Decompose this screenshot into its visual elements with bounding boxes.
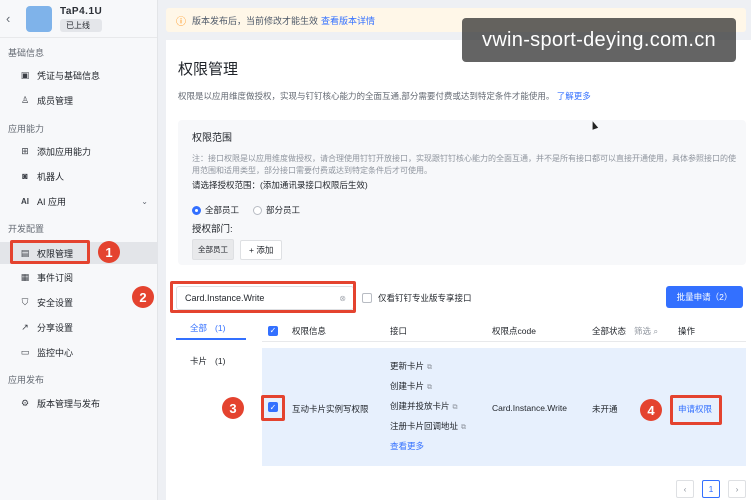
highlight-search [170, 281, 356, 313]
scope-title: 权限范围 [192, 133, 232, 144]
chevron-down-icon: ⌄ [141, 196, 148, 206]
section-release: 应用发布 [8, 375, 45, 385]
view-version-link[interactable]: 查看版本详情 [321, 14, 375, 27]
sidebar-item-events[interactable]: ▦ 事件订阅 [0, 266, 158, 288]
only-pro-checkbox[interactable]: 仅看钉钉专业版专享接口 [362, 292, 472, 304]
scope-note: 注：接口权限是以应用维度做授权，请合理使用钉钉开放接口，实现跟钉钉核心能力的全面… [192, 154, 736, 175]
batch-apply-button[interactable]: 批量申请（2） [666, 286, 743, 308]
section-basic: 基础信息 [8, 48, 45, 58]
app-header: ‹ TaP4.1U 已上线 [0, 0, 157, 38]
sidebar-item-add-ability[interactable]: ⊞ 添加应用能力 [0, 140, 158, 162]
back-arrow-icon[interactable]: ‹ [6, 11, 22, 26]
filter-all[interactable]: 全部 (1) [176, 318, 246, 340]
certificate-icon: ▣ [20, 69, 30, 80]
perm-code: Card.Instance.Write [492, 403, 567, 413]
sidebar-item-version[interactable]: ⚙ 版本管理与发布 [0, 392, 158, 414]
filter-card[interactable]: 卡片 (1) [176, 350, 261, 372]
user-icon: ♙ [20, 94, 30, 105]
copy-icon: ⧉ [452, 404, 458, 411]
pagination: ‹ 1 › [676, 480, 746, 498]
scope-panel: 权限范围 注：接口权限是以应用维度做授权，请合理使用钉钉开放接口，实现跟钉钉核心… [178, 120, 746, 265]
scope-question: 请选择授权范围：(添加通讯录接口权限后生效) [192, 180, 368, 190]
share-icon: ↗ [21, 321, 29, 332]
dept-label: 授权部门: [192, 224, 233, 235]
robot-icon: ◙ [22, 171, 28, 181]
shield-icon: ⛉ [21, 296, 29, 307]
event-icon: ▦ [20, 271, 30, 282]
search-icon: ⌕ [653, 325, 659, 336]
table-header: ✓ 权限信息 接口 权限点code 全部状态 筛选 ⌕ 操作 [262, 320, 746, 342]
annotation-4: 4 [640, 399, 662, 421]
highlight-row-checkbox [261, 395, 285, 421]
main-panel: 权限管理 权限是以应用维度做授权，实现与钉钉核心能力的全面互通,部分需要付费或达… [166, 40, 751, 500]
radio-partial-staff[interactable]: 部分员工 [253, 204, 300, 216]
api-item: 创建卡片 ⧉ [390, 381, 433, 391]
status-filter[interactable]: 筛选 ⌕ [634, 325, 658, 337]
sidebar-item-share[interactable]: ↗ 分享设置 [0, 316, 158, 338]
annotation-1: 1 [98, 241, 120, 263]
annotation-3: 3 [222, 397, 244, 419]
grid-icon: ⊞ [21, 145, 29, 156]
app-name: TaP4.1U [60, 5, 103, 17]
copy-icon: ⧉ [427, 364, 433, 371]
sidebar-item-robot[interactable]: ◙ 机器人 [0, 165, 158, 187]
annotation-2: 2 [132, 286, 154, 308]
warning-icon: ⓘ [176, 16, 186, 28]
page-1-button[interactable]: 1 [702, 480, 720, 498]
sidebar-item-monitor[interactable]: ▭ 监控中心 [0, 341, 158, 363]
page-description: 权限是以应用维度做授权，实现与钉钉核心能力的全面互通,部分需要付费或达到特定条件… [178, 91, 591, 101]
col-code: 权限点code [492, 325, 536, 336]
section-abilities: 应用能力 [8, 124, 45, 134]
version-icon: ⚙ [20, 397, 30, 408]
highlight-permissions [10, 240, 90, 264]
radio-all-staff[interactable]: 全部员工 [192, 204, 239, 216]
copy-icon: ⧉ [461, 424, 467, 431]
perm-status: 未开通 [592, 404, 618, 414]
category-filters: 全部 (1) 卡片 (1) [176, 318, 261, 372]
radio-selected-icon [192, 205, 201, 215]
col-api: 接口 [390, 325, 408, 336]
monitor-icon: ▭ [20, 346, 30, 357]
view-more-link[interactable]: 查看更多 [390, 440, 466, 452]
perm-name: 互动卡片实例写权限 [292, 404, 369, 414]
sidebar-item-credentials[interactable]: ▣ 凭证与基础信息 [0, 64, 158, 86]
add-dept-button[interactable]: + 添加 [240, 239, 283, 260]
col-action: 操作 [678, 325, 696, 336]
dept-tag: 全部员工 [192, 239, 234, 260]
learn-more-link[interactable]: 了解更多 [557, 91, 591, 101]
radio-unselected-icon [253, 205, 263, 215]
watermark: vwin-sport-deying.com.cn [462, 18, 736, 62]
app-avatar [26, 5, 52, 32]
copy-icon: ⧉ [427, 384, 433, 391]
api-list: 更新卡片 ⧉ 创建卡片 ⧉ 创建并投放卡片 ⧉ 注册卡片回调地址 ⧉ 查看更多 [390, 360, 466, 452]
select-all-checkbox[interactable]: ✓ [268, 325, 278, 336]
sidebar-item-members[interactable]: ♙ 成员管理 [0, 89, 158, 111]
next-page-button[interactable]: › [728, 480, 746, 498]
page-title: 权限管理 [178, 61, 239, 78]
col-info: 权限信息 [292, 325, 327, 336]
section-dev-config: 开发配置 [8, 224, 45, 234]
sidebar-item-ai[interactable]: AI AI 应用 ⌄ [0, 190, 158, 212]
ai-icon: AI [21, 196, 29, 206]
api-item: 注册卡片回调地址 ⧉ [390, 421, 467, 431]
app-status-badge: 已上线 [60, 18, 103, 32]
prev-page-button[interactable]: ‹ [676, 480, 694, 498]
col-status: 全部状态 [592, 325, 627, 336]
highlight-apply [670, 395, 722, 425]
checkbox-empty-icon [362, 293, 372, 303]
api-item: 更新卡片 ⧉ [390, 361, 433, 371]
api-item: 创建并投放卡片 ⧉ [390, 401, 458, 411]
